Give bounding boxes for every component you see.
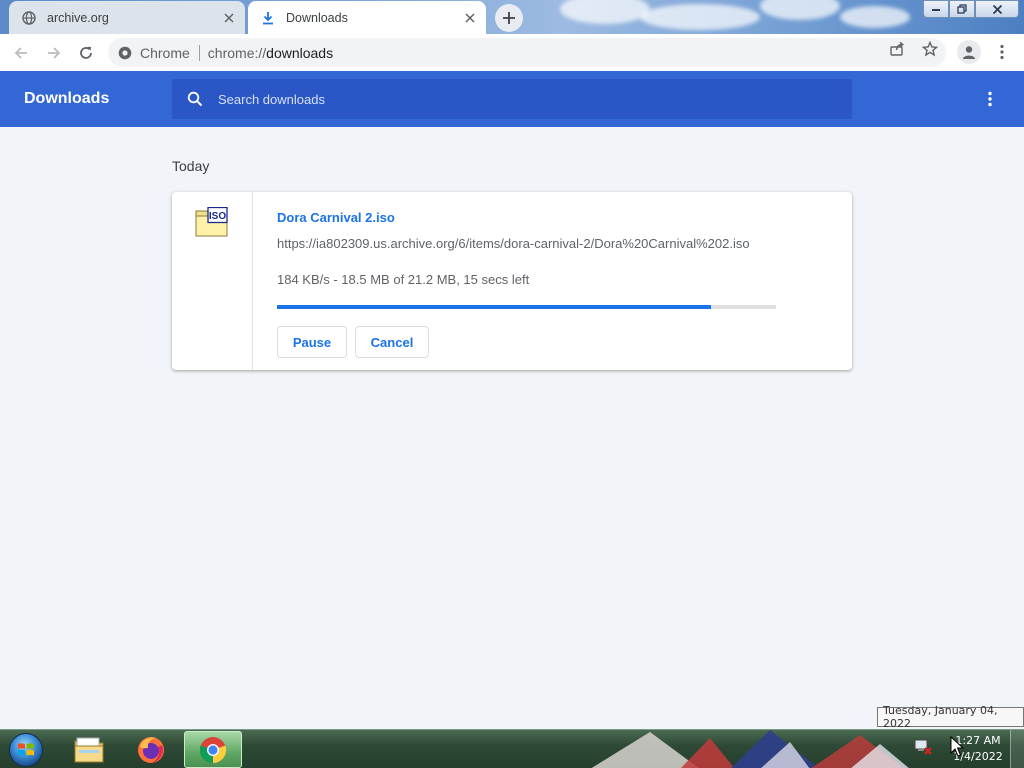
search-input[interactable]	[218, 91, 818, 107]
show-desktop-button[interactable]	[1010, 730, 1024, 768]
windows-explorer-icon	[74, 737, 104, 762]
start-button[interactable]	[6, 731, 46, 768]
url-text: chrome://downloads	[207, 44, 334, 61]
plus-icon	[503, 12, 515, 24]
arrow-right-icon	[48, 47, 61, 59]
tab-archive-org[interactable]: archive.org	[9, 1, 245, 34]
share-icon[interactable]	[889, 41, 905, 57]
new-tab-button[interactable]	[495, 4, 523, 32]
minimize-window-button[interactable]	[923, 0, 949, 18]
back-button[interactable]	[9, 41, 33, 65]
svg-text:ISO: ISO	[209, 211, 226, 222]
tab-downloads[interactable]: Downloads	[248, 1, 486, 34]
search-icon	[186, 90, 204, 108]
browser-menu-icon[interactable]	[992, 42, 1012, 62]
reload-button[interactable]	[74, 41, 98, 65]
browser-toolbar: Chrome chrome://downloads	[0, 34, 1024, 71]
windows-taskbar	[0, 729, 1024, 768]
download-source-url[interactable]: https://ia802309.us.archive.org/6/items/…	[277, 236, 750, 251]
bookmark-star-icon[interactable]	[922, 41, 938, 57]
downloads-more-actions-icon[interactable]	[980, 89, 1000, 109]
cancel-button[interactable]: Cancel	[355, 326, 429, 358]
date-section-heading: Today	[172, 158, 210, 174]
globe-icon	[21, 10, 37, 26]
file-icon-column: ISO	[172, 192, 253, 370]
windows-logo-icon	[9, 733, 43, 767]
tab-title: archive.org	[47, 10, 109, 25]
tab-title: Downloads	[286, 10, 348, 25]
chrome-icon	[199, 736, 227, 763]
restore-icon	[957, 4, 967, 14]
taskbar-firefox-button[interactable]	[122, 731, 180, 768]
close-icon	[992, 4, 1002, 14]
taskbar-chrome-button[interactable]	[184, 731, 242, 768]
site-chip-label: Chrome	[140, 44, 190, 61]
download-item-card: ISO Dora Carnival 2.iso https://ia802309…	[172, 192, 852, 370]
chrome-logo-icon	[118, 46, 132, 59]
close-window-button[interactable]	[975, 0, 1019, 18]
profile-avatar-icon[interactable]	[957, 40, 981, 64]
divider	[198, 44, 200, 61]
downloads-header: Downloads	[0, 71, 1024, 127]
download-filename-link[interactable]: Dora Carnival 2.iso	[277, 210, 395, 225]
search-downloads-box[interactable]	[172, 79, 852, 119]
tab-strip: archive.org Downloads	[0, 0, 1024, 34]
download-progress-fill	[277, 305, 712, 309]
reload-icon	[80, 46, 92, 59]
close-tab-icon[interactable]	[221, 10, 237, 26]
download-progress-bar	[277, 305, 776, 309]
arrow-left-icon	[14, 47, 27, 59]
restore-window-button[interactable]	[949, 0, 975, 18]
minimize-icon	[932, 9, 940, 11]
forward-button[interactable]	[42, 41, 66, 65]
mouse-cursor-icon	[950, 736, 964, 757]
date-tooltip: Tuesday, January 04, 2022	[877, 704, 1024, 730]
iso-file-icon: ISO	[195, 207, 228, 237]
download-icon	[260, 10, 276, 26]
close-tab-icon[interactable]	[462, 10, 478, 26]
pause-button[interactable]: Pause	[277, 326, 347, 358]
page-title: Downloads	[24, 90, 110, 107]
firefox-icon	[138, 736, 164, 763]
network-disconnected-icon[interactable]	[914, 739, 932, 755]
taskbar-wallpaper	[591, 730, 909, 768]
site-info-chip[interactable]: Chrome	[118, 45, 190, 61]
download-status-text: 184 KB/s - 18.5 MB of 21.2 MB, 15 secs l…	[277, 272, 530, 287]
taskbar-explorer-button[interactable]	[60, 731, 118, 768]
address-bar[interactable]: Chrome chrome://downloads	[108, 38, 946, 67]
